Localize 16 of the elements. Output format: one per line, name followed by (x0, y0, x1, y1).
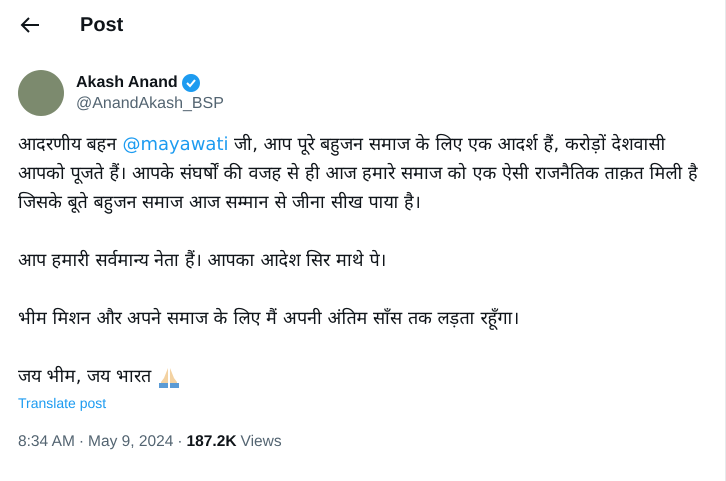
post-paragraph: जय भीम, जय भारत (18, 364, 151, 389)
back-arrow-icon[interactable] (20, 17, 40, 33)
avatar-placeholder[interactable] (18, 70, 64, 116)
author-name[interactable]: Akash Anand (76, 74, 178, 92)
views-count: 187.2K (186, 433, 237, 451)
page-title: Post (80, 14, 124, 36)
views-label: Views (240, 433, 282, 451)
post-time[interactable]: 8:34 AM (18, 433, 75, 451)
post-date[interactable]: May 9, 2024 (88, 433, 174, 451)
post-paragraph: भीम मिशन और अपने समाज के लिए मैं अपनी अंतिम साँस तक लड़ता रहूँगा। (18, 306, 520, 332)
folded-hands-icon (156, 366, 181, 388)
author-handle[interactable]: @AnandAkash_BSP (76, 95, 224, 113)
post-paragraph: आप हमारी सर्वमान्य नेता हैं। आपका आदेश सिर माथे पे। (18, 248, 388, 273)
post-paragraph: आदरणीय बहन @mayawati जी, आप पूरे बहुजन समाज के लिए एक आदर्श हैं, करोड़ों देशवासी आपको पूजते हैं। आपके संघर्षों की वजह से ही आज हमारे समाज को एक ऐसी राजनैतिक ताक़त मिली है जिसके बूते बहुजन समाज आज सम्मान से जीना सीख पाया है। (18, 132, 699, 216)
separator-dot: · (78, 433, 84, 451)
separator-dot: · (177, 433, 183, 451)
